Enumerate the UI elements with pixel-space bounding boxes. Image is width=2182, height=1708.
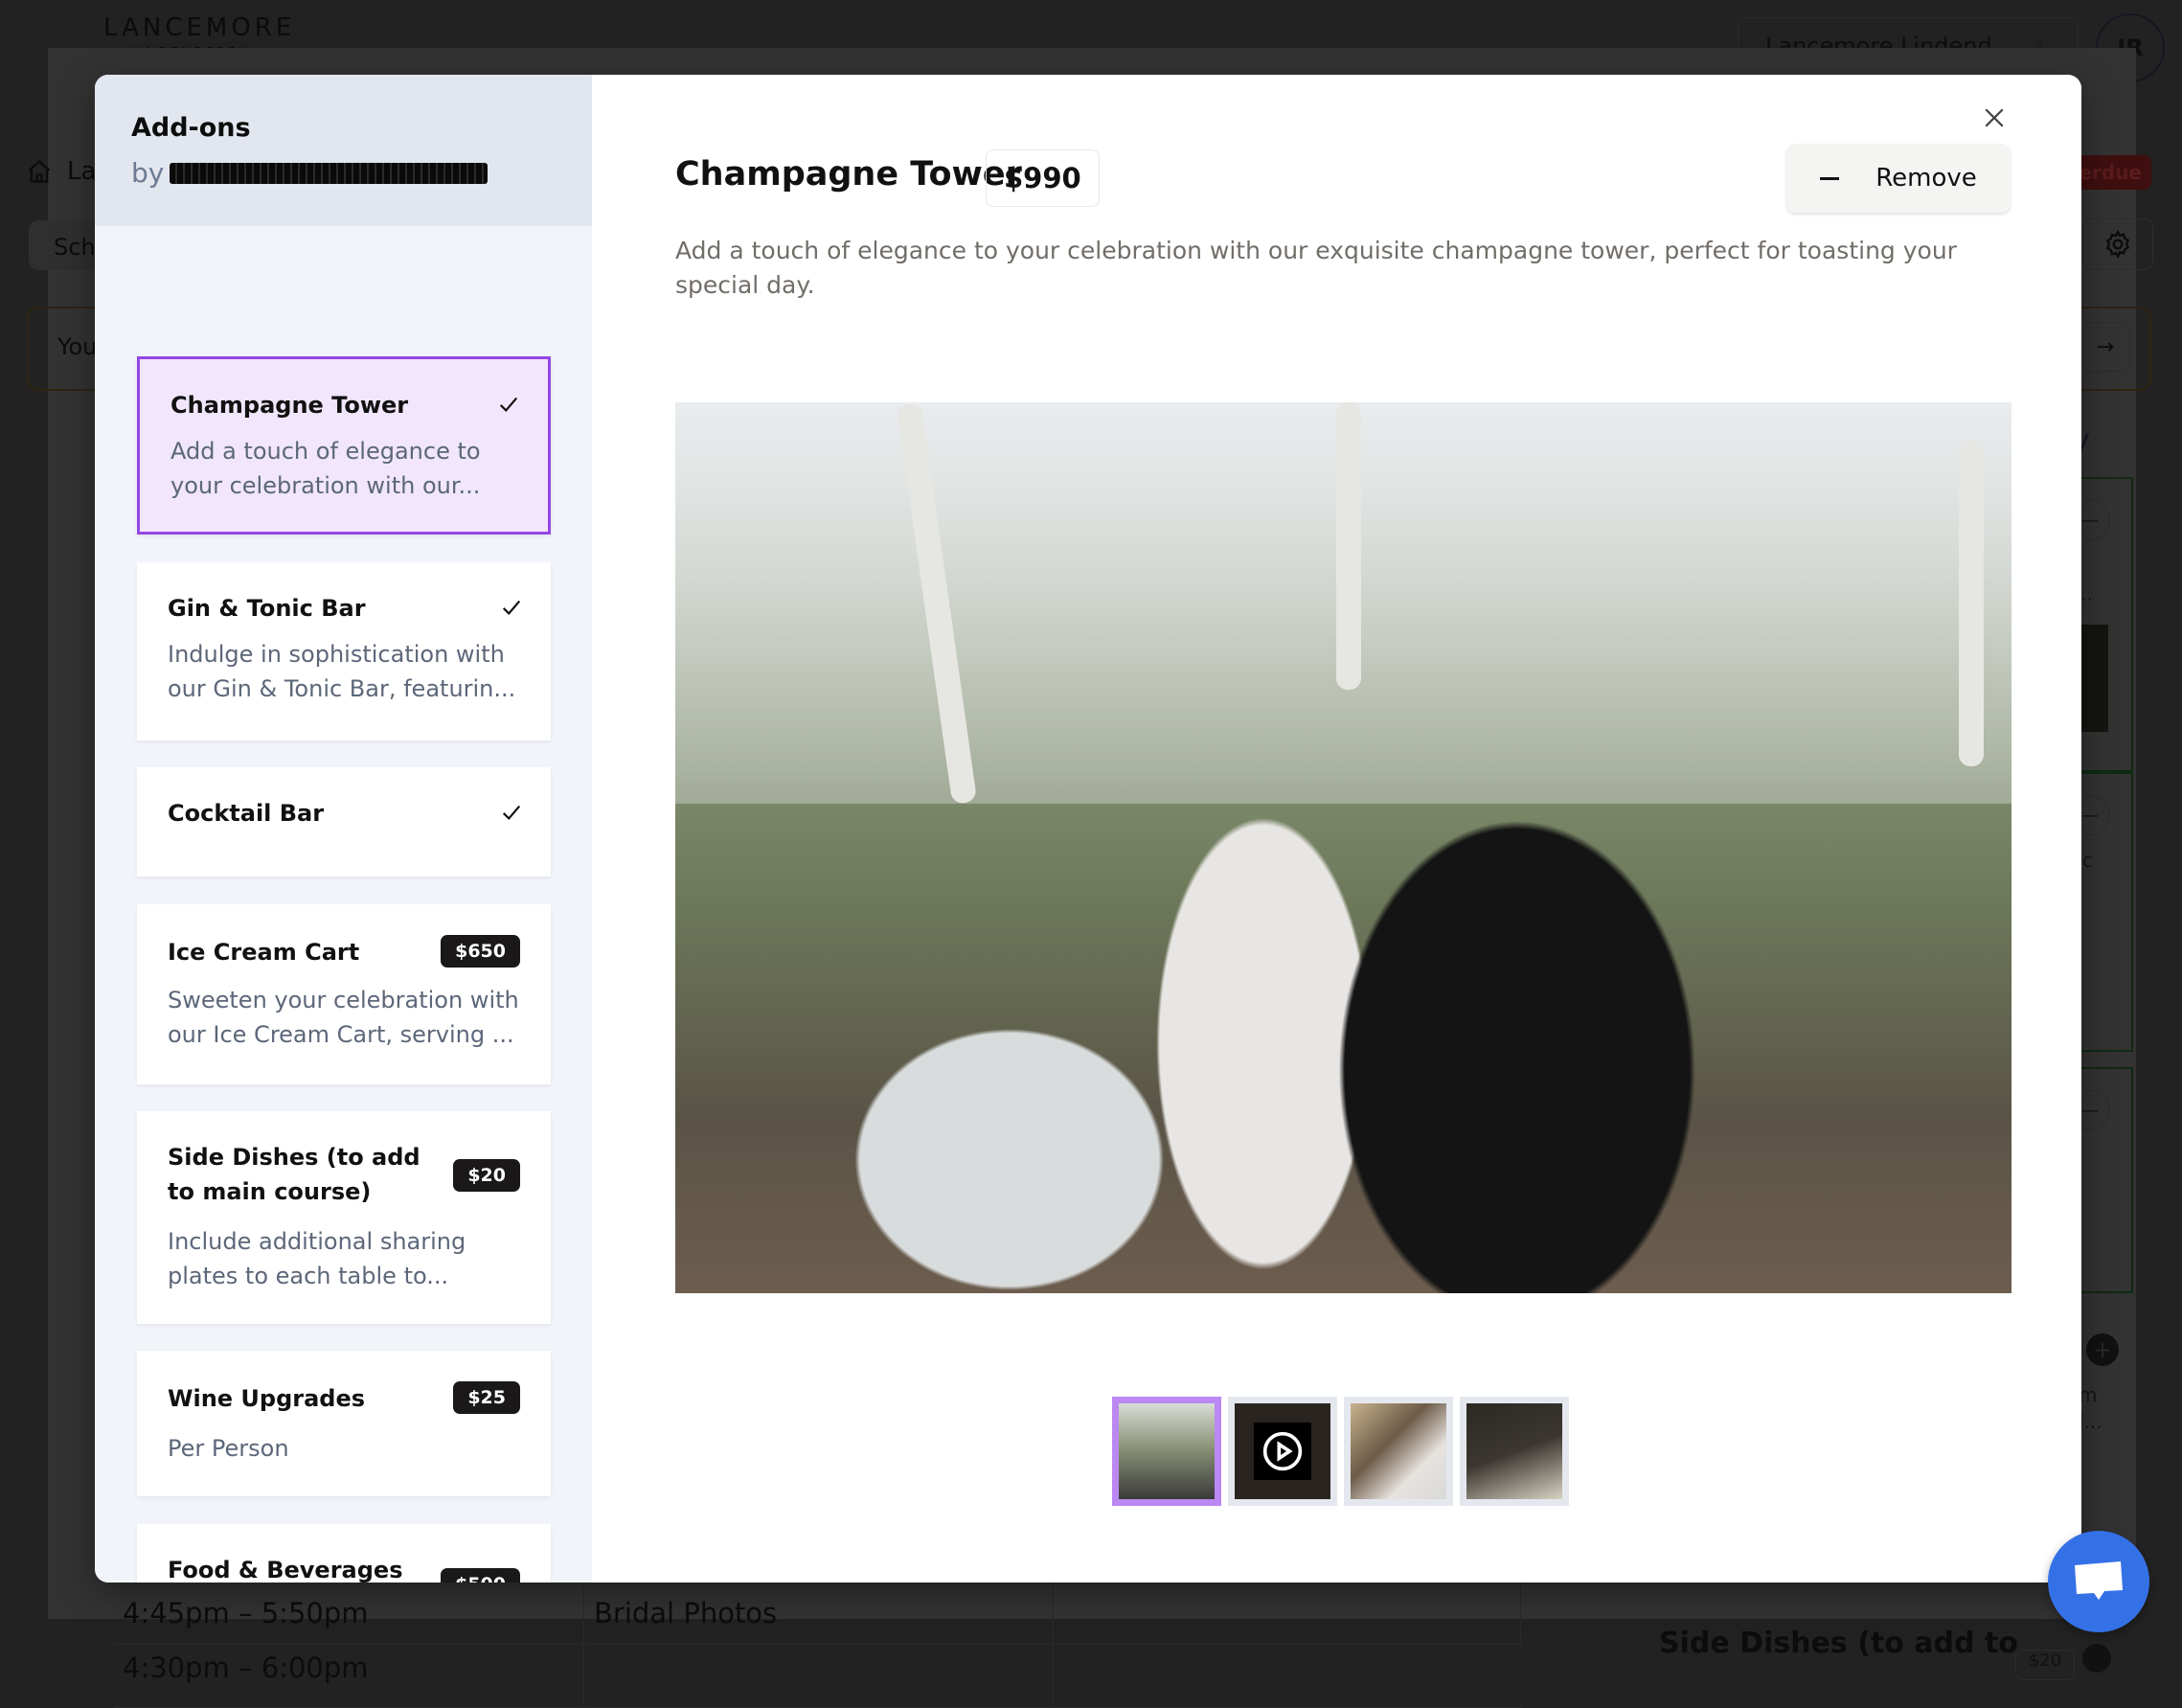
addon-description: Indulge in sophistication with our Gin &…	[168, 641, 516, 702]
check-icon	[502, 805, 521, 821]
addon-card-ice-cream-cart[interactable]: Ice Cream Cart $650 Sweeten your celebra…	[137, 904, 551, 1084]
thumbnail-4[interactable]	[1460, 1397, 1569, 1506]
remove-button[interactable]: Remove	[1786, 144, 2011, 213]
summary-addon-text: m l...	[2079, 1383, 2102, 1433]
table-cell-time: 4:30pm – 6:00pm	[113, 1646, 584, 1707]
minus-icon	[1820, 176, 1840, 180]
schedule-table: 4:45pm – 5:50pm Bridal Photos 4:30pm – 6…	[113, 1583, 1521, 1708]
summary-side-dishes-title: Side Dishes (to add to	[1659, 1627, 2018, 1660]
tab-schedule-label: Sch	[54, 234, 96, 261]
breadcrumb-home-label: La	[67, 157, 97, 186]
chat-bubble-icon	[2075, 1561, 2123, 1600]
chat-button[interactable]	[2048, 1531, 2149, 1632]
vendor-prefix: by	[131, 157, 165, 189]
check-icon	[502, 600, 521, 616]
addon-card-champagne-tower[interactable]: Champagne Tower Add a touch of elegance …	[137, 356, 551, 535]
overdue-badge-text: erdue	[2079, 161, 2142, 184]
play-icon	[1262, 1431, 1303, 1471]
summary-side-dishes-price: $20	[2015, 1650, 2075, 1680]
addon-card-side-dishes[interactable]: Side Dishes (to add to main course) $20 …	[137, 1111, 551, 1324]
addon-title: Champagne Tower	[170, 392, 409, 419]
detail-description: Add a touch of elegance to your celebrat…	[675, 237, 1957, 299]
addon-card-wine-upgrades[interactable]: Wine Upgrades $25 Per Person	[137, 1351, 551, 1496]
table-cell	[1054, 1583, 1521, 1644]
addons-modal: Add-ons by Champagne Tower Add a touch o…	[95, 75, 2081, 1583]
price-badge: $500	[441, 1568, 520, 1583]
addon-description: Add a touch of elegance to your celebrat…	[170, 438, 481, 499]
price-badge: $25	[453, 1381, 520, 1414]
thumbnail-2-video[interactable]	[1228, 1397, 1337, 1506]
settings-button[interactable]	[2082, 218, 2153, 270]
table-row: 4:45pm – 5:50pm Bridal Photos	[113, 1583, 1521, 1645]
table-cell-event	[584, 1646, 1054, 1707]
addon-card-cocktail-bar[interactable]: Cocktail Bar	[137, 767, 551, 877]
add-icon[interactable]: +	[2086, 1333, 2119, 1366]
addon-card-gin-tonic-bar[interactable]: Gin & Tonic Bar Indulge in sophisticatio…	[137, 562, 551, 740]
thumbnail-strip	[1112, 1397, 1569, 1506]
price-badge: $20	[453, 1159, 520, 1192]
addon-description: Include additional sharing plates to eac…	[168, 1228, 466, 1289]
table-cell-time: 4:45pm – 5:50pm	[113, 1583, 584, 1644]
table-row: 4:30pm – 6:00pm	[113, 1646, 1521, 1708]
notice-text: You	[57, 333, 98, 360]
add-icon[interactable]	[2082, 1644, 2111, 1673]
detail-title: Champagne Tower	[675, 155, 1022, 194]
table-cell-event: Bridal Photos	[584, 1583, 1054, 1644]
gear-icon	[2105, 229, 2130, 260]
price-badge: $650	[441, 935, 520, 968]
addon-title: Gin & Tonic Bar	[168, 595, 366, 622]
thumbnail-3[interactable]	[1344, 1397, 1453, 1506]
vendor-name-redacted	[170, 162, 489, 184]
arrow-right-icon[interactable]: →	[2080, 322, 2130, 372]
addon-description: Per Person	[168, 1435, 289, 1462]
remove-button-label: Remove	[1875, 164, 1977, 193]
main-image	[675, 402, 2012, 1293]
addon-title: Side Dishes (to add to main course)	[168, 1144, 420, 1205]
sidebar-vendor: by	[131, 157, 489, 189]
addon-title: Food & Beverages - Bridal Salon	[168, 1557, 403, 1583]
addon-card-food-beverages-bridal-salon[interactable]: Food & Beverages - Bridal Salon $500	[137, 1524, 551, 1583]
addon-description: Sweeten your celebration with our Ice Cr…	[168, 987, 519, 1048]
addon-title: Cocktail Bar	[168, 800, 325, 827]
home-icon	[28, 159, 51, 183]
addon-title: Wine Upgrades	[168, 1385, 366, 1412]
detail-price-badge: $990	[986, 149, 1100, 207]
brand-line-1: LANCEMORE	[103, 13, 296, 42]
close-icon[interactable]	[1980, 103, 2009, 132]
sidebar-title: Add-ons	[131, 113, 251, 143]
breadcrumb[interactable]: La	[25, 157, 96, 186]
addon-title: Ice Cream Cart	[168, 939, 360, 966]
check-icon	[499, 397, 518, 413]
thumbnail-1[interactable]	[1112, 1397, 1221, 1506]
sidebar-header: Add-ons by	[95, 75, 592, 226]
addons-sidebar: Add-ons by Champagne Tower Add a touch o…	[95, 75, 592, 1583]
addon-detail: Champagne Tower $990 Remove Add a touch …	[675, 75, 2081, 1583]
